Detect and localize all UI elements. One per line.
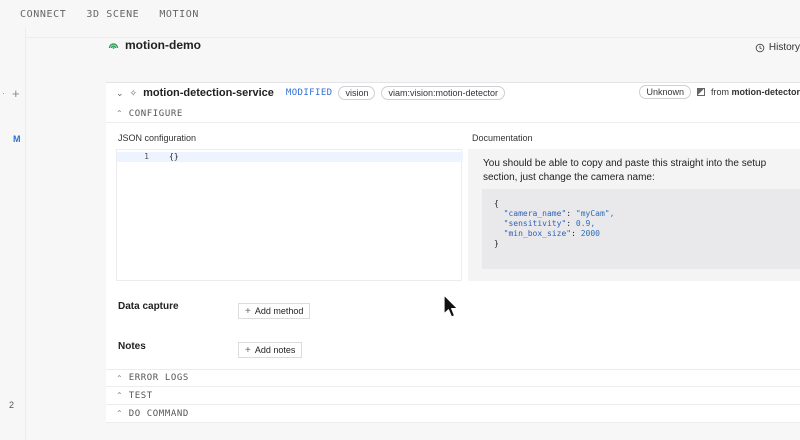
sparkle-icon: ✧ [129,87,138,98]
editor-line: 1 {} [117,152,463,162]
documentation-panel: You should be able to copy and paste thi… [468,149,800,281]
section-label: DO COMMAND [128,408,189,419]
gutter-count: 2 [9,400,15,410]
tab-connect[interactable]: CONNECT [20,9,66,20]
gutter-marker[interactable]: M [13,134,21,144]
line-code: {} [169,152,179,161]
service-header-right: Unknown from motion-detector [639,85,800,99]
service-card: ⌄ ✧ motion-detection-service MODIFIED vi… [106,82,800,423]
section-do-command[interactable]: ⌃ DO COMMAND [106,405,800,423]
divider [26,37,800,38]
notes-label: Notes [118,341,146,352]
documentation-code: { "camera_name": "myCam", "sensitivity":… [482,189,800,269]
json-editor[interactable]: 1 {} [116,149,463,281]
section-configure[interactable]: ⌃ CONFIGURE [106,105,800,123]
section-label: TEST [128,390,153,401]
section-label: CONFIGURE [128,108,183,119]
service-name: motion-detection-service [143,87,274,99]
resource-header: motion-demo [108,38,201,52]
history-label: History [768,42,800,53]
line-number: 1 [144,152,149,161]
add-icon[interactable]: + [12,86,20,101]
gutter-dot: · [2,88,5,98]
status-badge: Unknown [639,85,691,99]
code-key: "camera_name" [503,209,567,218]
code-value: 2000 [580,229,600,238]
history-button[interactable]: History [755,42,800,53]
plus-icon: + [245,344,251,356]
plus-icon: + [245,305,251,317]
from-label: from motion-detector [710,87,800,97]
data-capture-label: Data capture [118,301,179,312]
add-method-button[interactable]: + Add method [238,303,311,319]
top-nav: CONNECT 3D SCENE MOTION [0,0,800,28]
code-key: "sensitivity" [503,219,567,228]
from-module: motion-detector [731,87,800,97]
code-value: 0.9, [575,219,596,228]
expand-icon: ⌃ [116,391,123,400]
tab-3d-scene[interactable]: 3D SCENE [86,9,139,20]
chevron-down-icon[interactable]: ⌄ [116,88,124,99]
code-value: "myCam", [575,209,615,218]
documentation-title: Documentation [472,133,533,143]
expand-icon: ⌃ [116,409,123,418]
tab-motion[interactable]: MOTION [159,9,199,20]
section-error-logs[interactable]: ⌃ ERROR LOGS [106,369,800,387]
section-test[interactable]: ⌃ TEST [106,387,800,405]
resource-name: motion-demo [125,38,201,52]
expand-icon: ⌃ [116,109,123,118]
module-icon [696,88,705,96]
left-gutter: · + M 2 [0,28,26,440]
signal-icon [108,43,119,49]
expand-icon: ⌃ [116,373,123,383]
mouse-cursor-icon [443,294,459,318]
modified-badge: MODIFIED [285,88,333,98]
section-label: ERROR LOGS [128,373,189,383]
type-chip: vision [338,86,376,100]
button-label: Add method [254,306,304,316]
add-notes-button[interactable]: + Add notes [238,342,303,358]
code-key: "min_box_size" [503,229,572,238]
json-config-title: JSON configuration [118,133,197,143]
model-chip: viam:vision:motion-detector [381,86,506,100]
documentation-text: You should be able to copy and paste thi… [483,158,767,183]
button-label: Add notes [254,345,296,355]
history-icon [755,43,765,52]
